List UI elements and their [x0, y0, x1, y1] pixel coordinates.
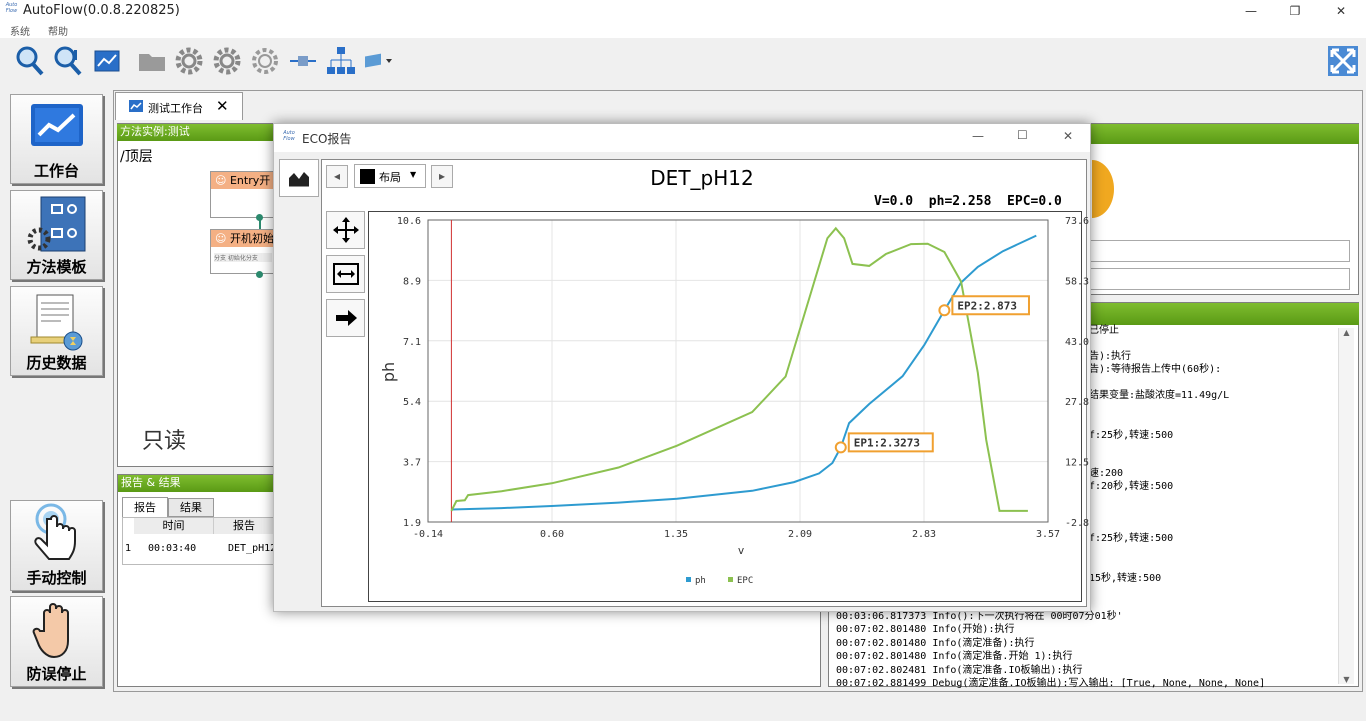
log-fragment: 告):等待报告上传中(60秒): [1089, 364, 1222, 375]
table-row[interactable]: 1 00:03:40 DET_pH12 [122, 536, 274, 564]
status-field-1[interactable] [1088, 240, 1350, 262]
tab-result[interactable]: 结果 [168, 498, 214, 517]
zoom-detail-icon[interactable] [51, 44, 85, 78]
layout-dropdown[interactable]: 布局 ▼ [354, 164, 426, 188]
next-arrow-button[interactable] [326, 299, 365, 337]
hand-touch-icon [33, 503, 76, 560]
arrow-right-icon [335, 310, 357, 326]
flow-node-entry[interactable]: ☺ Entry开 [210, 171, 276, 218]
nav-prev-button[interactable]: ◂ [326, 165, 348, 188]
readonly-label: 只读 [142, 429, 187, 454]
window-title: AutoFlow(0.0.8.220825) [23, 3, 180, 18]
sidebar-item-manual-control[interactable]: 手动控制 [10, 500, 103, 591]
chart-readout: V=0.0 ph=2.258 EPC=0.0 [874, 194, 1062, 209]
close-button[interactable]: ✕ [1318, 0, 1364, 22]
move-arrows-icon [332, 217, 359, 243]
gear-icon[interactable] [172, 44, 206, 78]
nav-next-button[interactable]: ▸ [431, 165, 453, 188]
sidebar-item-stop[interactable]: 防误停止 [10, 596, 103, 687]
tree-icon[interactable] [324, 44, 358, 78]
sidebar-item-method-template[interactable]: 方法模板 [10, 190, 103, 280]
node-icon[interactable] [286, 44, 320, 78]
log-fragment: 结果变量:盐酸浓度=11.49g/L [1089, 390, 1230, 401]
sidebar-item-history[interactable]: 历史数据 [10, 286, 103, 376]
fullscreen-icon[interactable] [1326, 44, 1360, 78]
log-fragment: f:20秒,转速:500 [1089, 481, 1174, 492]
dialog-maximize-button[interactable]: ☐ [1017, 128, 1028, 142]
area-chart-icon [289, 172, 309, 187]
workbench-icon [30, 104, 83, 146]
log-scrollbar[interactable]: ▲ ▼ [1338, 328, 1354, 684]
chart-tab-icon [129, 100, 143, 112]
pan-tool-button[interactable] [326, 211, 365, 249]
dialog-close-button[interactable]: ✕ [1063, 129, 1073, 143]
fit-width-button[interactable] [326, 255, 365, 293]
dialog-title: ECO报告 [302, 132, 352, 146]
folder-icon[interactable] [135, 44, 169, 78]
log-line: 00:07:02.881499 Debug(滴定准备.IO板输出):写入输出: … [836, 678, 1266, 689]
fit-width-icon [332, 263, 359, 285]
log-fragment: 15秒,转速:500 [1089, 573, 1162, 584]
log-fragment: 已停止 [1089, 325, 1119, 336]
layers-dropdown-icon[interactable] [362, 44, 396, 78]
menu-bar: 系统 帮助 [0, 22, 1366, 38]
plot-frame [368, 211, 1082, 602]
tab-workbench[interactable]: 测试工作台 ✕ [115, 92, 243, 120]
hand-stop-icon [32, 603, 69, 659]
log-fragment: f:25秒,转速:500 [1089, 430, 1174, 441]
node-icon-people: ☺ [215, 232, 227, 245]
table-header-report: 报告 [214, 518, 274, 534]
scroll-down-icon[interactable]: ▼ [1339, 675, 1354, 684]
method-panel-header: 方法实例:测试 [117, 124, 276, 141]
chart-add-icon[interactable] [90, 44, 124, 78]
tab-report[interactable]: 报告 [122, 497, 168, 517]
node-icon-people: ☺ [215, 174, 227, 187]
flow-node-init[interactable]: ☺ 开机初始 分支 初始化分支 [210, 229, 276, 274]
dialog-app-icon: Auto Flow [283, 130, 295, 142]
settings-icon[interactable] [248, 44, 282, 78]
sidebar-item-workbench[interactable]: 工作台 [10, 94, 103, 184]
connector-dot [256, 214, 263, 221]
log-fragment: f:25秒,转速:500 [1089, 533, 1174, 544]
scroll-up-icon[interactable]: ▲ [1339, 328, 1354, 337]
status-field-2[interactable] [1088, 268, 1350, 290]
chevron-down-icon: ▼ [410, 170, 417, 179]
app-icon: Auto Flow [5, 2, 18, 14]
breadcrumb: /顶层 [120, 149, 153, 165]
dialog-title-bar: Auto Flow ECO报告 — ☐ ✕ [274, 124, 1090, 152]
chart-title: DET_pH12 [650, 166, 754, 190]
gear-sync-icon[interactable] [210, 44, 244, 78]
dialog-minimize-button[interactable]: — [972, 129, 984, 143]
menu-help[interactable]: 帮助 [48, 23, 68, 38]
zoom-search-icon[interactable] [13, 44, 47, 78]
minimize-button[interactable]: — [1228, 0, 1274, 22]
connector-dot [256, 271, 263, 278]
title-bar: Auto Flow AutoFlow(0.0.8.220825) — ❐ ✕ [0, 0, 1366, 22]
color-swatch [360, 169, 375, 184]
history-icon [30, 294, 82, 351]
maximize-button[interactable]: ❐ [1272, 0, 1318, 22]
tab-close-icon[interactable]: ✕ [216, 97, 229, 115]
method-template-icon [27, 196, 85, 252]
chart-type-button[interactable] [279, 159, 319, 197]
menu-system[interactable]: 系统 [10, 23, 30, 38]
table-header-time: 时间 [134, 518, 214, 534]
